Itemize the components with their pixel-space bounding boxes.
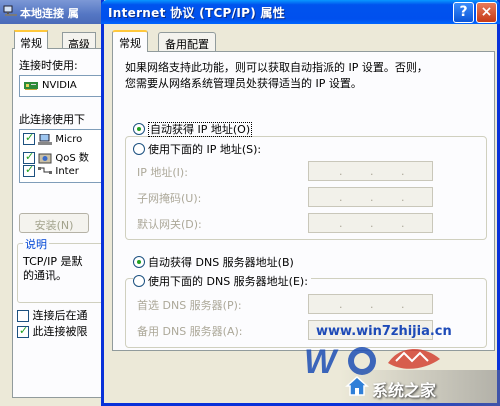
description: 如果网络支持此功能，则可以获取自动指派的 IP 设置。否则， 您需要从网络系统管… [125,60,487,92]
watermark-brand: 系统之家 [372,381,437,400]
network-client-icon [38,133,53,145]
manual-dns-label: 使用下面的 DNS 服务器地址(E): [148,275,308,288]
ip-address-field[interactable]: ... [308,161,433,181]
back-window-titlebar[interactable]: 本地连接 属 [0,0,112,24]
house-logo-icon [345,375,369,396]
component-label: QoS 数 [55,153,89,164]
notify-limited-option[interactable]: 此连接被限 [17,323,88,339]
local-connection-properties-window: 本地连接 属 常规 高级 连接时使用: NVIDIA 此连接使用下 Micro [0,0,112,406]
description-line1: 如果网络支持此功能，则可以获取自动指派的 IP 设置。否则， [125,61,428,74]
auto-dns-radio[interactable]: 自动获得 DNS 服务器地址(B) [133,254,294,270]
default-gateway-label: 默认网关(D): [137,218,202,231]
notify-limited-checkbox[interactable] [17,324,29,338]
alternate-dns-label: 备用 DNS 服务器(A): [137,325,243,338]
auto-dns-radio-dot[interactable] [133,256,145,268]
back-window-title: 本地连接 属 [20,7,79,20]
connect-using-label: 连接时使用: [19,59,78,72]
preferred-dns-label: 首选 DNS 服务器(P): [137,299,242,312]
network-connection-icon [3,5,17,16]
list-item[interactable]: Inter [23,163,79,179]
description-line2: 您需要从网络系统管理员处获得适当的 IP 设置。 [125,77,362,90]
component-label: Micro [55,134,83,145]
auto-ip-radio[interactable]: 自动获得 IP 地址(O) [133,121,253,137]
component-label: Inter [55,166,79,177]
component-list[interactable]: Micro QoS 数 Inter [19,129,111,183]
tab-general[interactable]: 常规 [112,30,148,52]
description-group-title: 说明 [23,236,49,252]
adapter-box: NVIDIA [19,75,111,97]
svg-text:W: W [304,343,339,381]
help-button[interactable]: ? [453,2,474,23]
dialog-title: Internet 协议 (TCP/IP) 属性 [108,6,286,20]
description-text-line2: 的通讯。 [23,269,67,282]
items-label: 此连接使用下 [19,113,85,126]
close-button[interactable]: × [476,2,497,23]
install-button[interactable]: 安装(N) [19,213,89,233]
manual-ip-radio[interactable]: 使用下面的 IP 地址(S): [133,141,265,157]
show-icon-option[interactable]: 连接后在通 [17,307,88,323]
auto-ip-label: 自动获得 IP 地址(O) [148,122,253,137]
show-icon-label: 连接后在通 [32,309,88,322]
list-item[interactable]: Micro [23,131,83,147]
manual-dns-radio[interactable]: 使用下面的 DNS 服务器地址(E): [133,273,311,289]
auto-ip-radio-dot[interactable] [133,123,145,135]
general-tab-panel: 如果网络支持此功能，则可以获取自动指派的 IP 设置。否则， 您需要从网络系统管… [112,51,495,351]
subnet-mask-field[interactable]: ... [308,187,433,207]
protocol-icon [38,166,53,174]
back-window-panel: 连接时使用: NVIDIA 此连接使用下 Micro QoS 数 [12,48,112,398]
show-icon-checkbox[interactable] [17,310,29,322]
notify-limited-label: 此连接被限 [32,325,88,338]
manual-dns-radio-dot[interactable] [133,275,145,287]
list-item[interactable]: QoS 数 [23,149,89,164]
subnet-mask-label: 子网掩码(U): [137,192,202,205]
default-gateway-field[interactable]: ... [308,213,433,233]
network-adapter-icon [24,82,38,90]
back-tab-general[interactable]: 常规 [14,30,48,50]
qos-service-icon [38,153,52,163]
manual-ip-label: 使用下面的 IP 地址(S): [148,143,262,156]
manual-ip-radio-dot[interactable] [133,143,145,155]
preferred-dns-field[interactable]: ... [308,294,433,314]
dialog-titlebar[interactable]: Internet 协议 (TCP/IP) 属性 ? × [101,0,500,24]
tab-alternate-config[interactable]: 备用配置 [158,32,216,52]
ip-address-label: IP 地址(I): [137,166,188,179]
component-checkbox[interactable] [23,163,35,177]
auto-dns-label: 自动获得 DNS 服务器地址(B) [148,256,294,269]
adapter-name: NVIDIA [42,80,77,91]
component-checkbox[interactable] [23,131,35,145]
